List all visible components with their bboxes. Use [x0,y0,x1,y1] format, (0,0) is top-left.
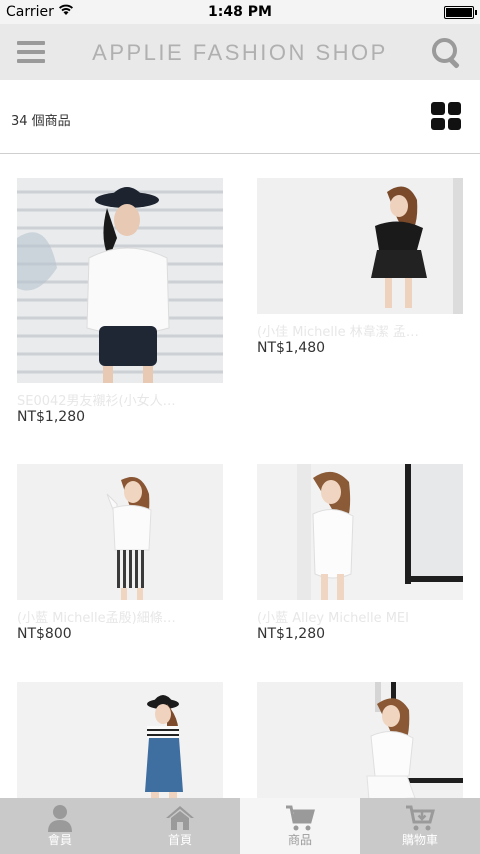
navigation-bar: APPLIE FASHION SHOP [0,24,480,80]
hamburger-icon-line [17,59,45,63]
status-bar: Carrier 1:48 PM [0,0,480,24]
grid-icon [431,102,445,115]
tab-cart[interactable]: 購物車 [360,798,480,854]
product-card[interactable]: SE0042男友襯衫(小女人… NT$1,280 [17,178,223,425]
page-title: APPLIE FASHION SHOP [92,40,388,65]
product-grid: SE0042男友襯衫(小女人… NT$1,280 (小佳 Michelle 林韋… [0,154,480,798]
product-card[interactable]: (小藍 Michelle孟殷)細條… NT$800 [17,464,223,642]
bottom-tab-bar: 會員 首頁 商品 購物車 [0,798,480,854]
search-icon-handle [447,56,460,69]
grid-icon-cell [431,117,445,130]
product-card[interactable] [17,682,223,798]
hamburger-icon [17,41,45,45]
tab-member[interactable]: 會員 [0,798,120,854]
home-icon [164,804,196,832]
product-image [17,178,223,383]
member-icon [44,804,76,832]
search-button[interactable] [432,38,462,69]
grid-view-toggle[interactable] [431,102,461,130]
product-name: (小藍 Alley Michelle MEI [257,611,409,625]
tab-label: 商品 [287,833,312,847]
product-price: NT$1,280 [257,626,326,642]
product-image [17,464,223,600]
grid-icon-cell [447,117,461,130]
tab-label: 購物車 [401,833,438,847]
product-price: NT$800 [17,626,72,642]
product-name: SE0042男友襯衫(小女人… [17,394,176,408]
grid-icon-cell [447,102,461,115]
product-card[interactable] [257,682,463,798]
status-time: 1:48 PM [208,4,272,20]
hamburger-icon-line [17,50,45,54]
product-image [17,682,223,798]
product-price: NT$1,280 [17,409,86,425]
tab-products[interactable]: 商品 [240,798,360,854]
product-image [257,464,463,600]
product-name: (小藍 Michelle孟殷)細條… [17,611,176,625]
product-count: 34 個商品 [11,114,71,129]
tab-label: 會員 [47,833,72,847]
menu-button[interactable] [17,41,45,63]
product-card[interactable]: (小藍 Alley Michelle MEI NT$1,280 [257,464,463,642]
products-cart-icon [284,804,316,832]
list-toolbar: 34 個商品 [0,80,480,154]
product-image [257,178,463,314]
tab-label: 首頁 [167,833,192,847]
product-card[interactable]: (小佳 Michelle 林韋潔 孟… NT$1,480 [257,178,463,356]
battery-icon [444,6,477,19]
tab-home[interactable]: 首頁 [120,798,240,854]
product-name: (小佳 Michelle 林韋潔 孟… [257,325,419,339]
product-price: NT$1,480 [257,340,326,356]
shopping-cart-icon [404,804,436,832]
product-image [257,682,463,798]
